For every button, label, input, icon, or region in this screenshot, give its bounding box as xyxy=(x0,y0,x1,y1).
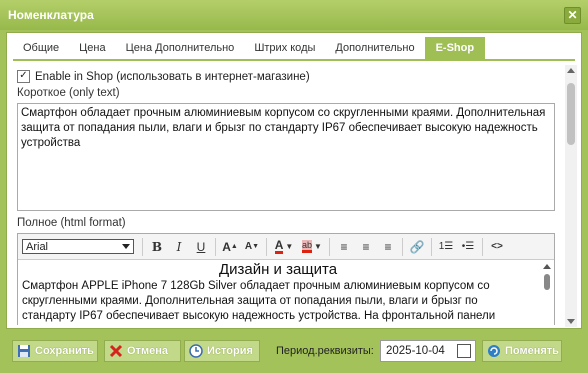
align-center-icon[interactable]: ≡ xyxy=(355,237,377,257)
enable-shop-row[interactable]: ✓ Enable in Shop (использовать в интерне… xyxy=(17,70,310,83)
editor-toolbar: Arial B I U A ▲ A ▼ A ▼ ab ▼ ≡ ≡ ≡ 🔗 1☰ … xyxy=(18,234,554,260)
cancel-button[interactable]: Отмена xyxy=(104,340,181,362)
underline-icon[interactable]: U xyxy=(190,237,212,257)
tab-price-extra[interactable]: Цена Дополнительно xyxy=(116,37,245,59)
source-code-icon[interactable]: <> xyxy=(486,237,508,257)
enable-shop-label: Enable in Shop (использовать в интернет-… xyxy=(35,70,310,83)
clock-icon xyxy=(188,344,203,359)
tab-price[interactable]: Цена xyxy=(69,37,115,59)
short-description-label: Короткое (only text) xyxy=(17,87,120,99)
short-description-textarea[interactable]: Смартфон обладает прочным алюминиевым ко… xyxy=(17,103,555,211)
panel-scrollbar[interactable] xyxy=(565,65,577,327)
title-bar[interactable]: Номенклатура ✕ xyxy=(0,0,588,30)
tab-underline xyxy=(13,59,575,61)
bottom-bar: Сохранить Отмена История Период.реквизит… xyxy=(0,334,588,373)
tab-barcodes[interactable]: Штрих коды xyxy=(244,37,325,59)
toolbar-separator xyxy=(482,237,483,256)
align-left-icon[interactable]: ≡ xyxy=(333,237,355,257)
font-family-select[interactable]: Arial xyxy=(22,239,134,254)
bold-icon[interactable]: B xyxy=(146,237,168,257)
calendar-icon[interactable] xyxy=(457,344,471,358)
save-label: Сохранить xyxy=(35,345,94,357)
font-size-up-icon[interactable]: A ▲ xyxy=(219,237,241,257)
content-heading: Дизайн и защита xyxy=(218,261,338,278)
highlight-color-icon[interactable]: ab ▼ xyxy=(298,237,326,257)
toolbar-separator xyxy=(431,237,432,256)
editor-scrollbar[interactable] xyxy=(542,264,552,325)
history-button[interactable]: История xyxy=(184,340,260,362)
tab-additional[interactable]: Дополнительно xyxy=(325,37,424,59)
content-paragraph: Смартфон APPLE iPhone 7 128Gb Silver обл… xyxy=(22,280,496,322)
align-right-icon[interactable]: ≡ xyxy=(377,237,399,257)
cancel-label: Отмена xyxy=(127,345,168,357)
scroll-down-icon[interactable] xyxy=(567,319,575,324)
window-title: Номенклатура xyxy=(8,8,94,22)
scroll-thumb[interactable] xyxy=(567,83,575,145)
refresh-icon xyxy=(486,344,501,359)
html-editor: Arial B I U A ▲ A ▼ A ▼ ab ▼ ≡ ≡ ≡ 🔗 1☰ … xyxy=(17,233,555,325)
change-button[interactable]: Поменять xyxy=(482,340,562,362)
italic-icon[interactable]: I xyxy=(168,237,190,257)
editor-content[interactable]: Дизайн и защита Смартфон APPLE iPhone 7 … xyxy=(18,260,538,325)
font-color-icon[interactable]: A ▼ xyxy=(270,237,298,257)
enable-shop-checkbox[interactable]: ✓ xyxy=(17,70,30,83)
period-label: Период.реквизиты: xyxy=(276,345,374,357)
period-date-input[interactable]: 2025-10-04 xyxy=(380,340,476,362)
tab-general[interactable]: Общие xyxy=(13,37,69,59)
main-panel: Общие Цена Цена Дополнительно Штрих коды… xyxy=(6,32,582,329)
ordered-list-icon[interactable]: 1☰ xyxy=(435,237,457,257)
toolbar-separator xyxy=(266,237,267,256)
close-button[interactable]: ✕ xyxy=(564,7,581,24)
toolbar-separator xyxy=(142,237,143,256)
chevron-down-icon xyxy=(122,244,130,249)
save-button[interactable]: Сохранить xyxy=(12,340,98,362)
toolbar-separator xyxy=(329,237,330,256)
scroll-up-icon[interactable] xyxy=(543,264,551,269)
period-date-value: 2025-10-04 xyxy=(386,345,445,357)
font-family-value: Arial xyxy=(26,241,49,253)
red-cross-icon xyxy=(108,344,123,359)
unordered-list-icon[interactable]: •☰ xyxy=(457,237,479,257)
eshop-content: ✓ Enable in Shop (использовать в интерне… xyxy=(11,65,569,325)
scroll-thumb[interactable] xyxy=(544,274,550,290)
history-label: История xyxy=(207,345,253,357)
nomenclature-window: Номенклатура ✕ Общие Цена Цена Дополните… xyxy=(0,0,588,373)
tab-eshop[interactable]: E-Shop xyxy=(424,37,486,59)
link-icon[interactable]: 🔗 xyxy=(406,237,428,257)
toolbar-separator xyxy=(402,237,403,256)
toolbar-separator xyxy=(215,237,216,256)
tab-bar: Общие Цена Цена Дополнительно Штрих коды… xyxy=(13,37,486,59)
scroll-up-icon[interactable] xyxy=(567,68,575,73)
close-icon: ✕ xyxy=(567,8,578,22)
full-description-label: Полное (html format) xyxy=(17,217,126,229)
change-label: Поменять xyxy=(505,345,559,357)
font-size-down-icon[interactable]: A ▼ xyxy=(241,237,263,257)
floppy-disk-icon xyxy=(16,344,31,359)
